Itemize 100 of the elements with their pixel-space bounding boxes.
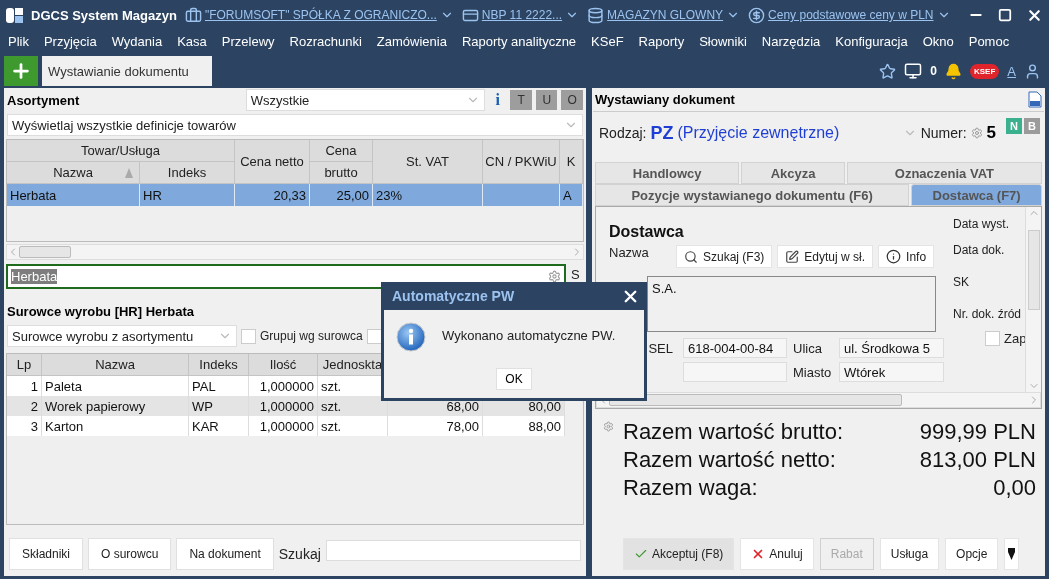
action-button[interactable]: Na dokument [176, 538, 274, 570]
action-button[interactable]: Usługa [879, 538, 940, 570]
vertical-scrollbar[interactable] [1025, 207, 1041, 392]
context-link[interactable]: Ceny podstawowe ceny w PLN [768, 8, 934, 22]
view-button[interactable]: T [510, 90, 532, 110]
context-link[interactable]: NBP 11 2222... [481, 8, 563, 22]
action-button[interactable]: Anuluj [740, 538, 814, 570]
coins-icon [748, 6, 766, 24]
checkbox[interactable] [366, 328, 382, 344]
action-button[interactable]: Akceptuj (F8) [623, 538, 735, 570]
ksef-badge[interactable]: KSEF [970, 63, 1000, 79]
table-cell: szt. [318, 396, 388, 416]
menu-item[interactable]: Kasa [177, 33, 207, 49]
menu-item[interactable]: Okno [922, 33, 954, 49]
ok-button[interactable]: OK [496, 368, 532, 390]
tax-id-field[interactable]: 618-004-00-84 [683, 338, 787, 358]
help-glyph-button[interactable]: i [488, 91, 507, 109]
menu-item[interactable]: Raporty [638, 33, 685, 49]
name-field[interactable]: S.A. [647, 276, 936, 332]
context-link[interactable]: "FORUMSOFT" SPÓŁKA Z OGRANICZO... [204, 8, 437, 22]
supplier-button[interactable]: Edytuj w sł. [777, 245, 874, 268]
app-logo-icon [6, 7, 23, 23]
table-cell: szt. [318, 416, 388, 436]
menu-item[interactable]: Przyjęcia [43, 33, 97, 49]
edit-icon [785, 249, 800, 264]
maximize-icon[interactable] [998, 8, 1012, 22]
table-cell[interactable]: 25,00 [310, 184, 373, 206]
info-icon [886, 249, 902, 264]
field-label: SEL [647, 340, 674, 356]
text-field[interactable] [683, 362, 787, 382]
supplier-button[interactable]: Szukaj (F3) [676, 245, 773, 268]
scroll-thumb[interactable] [19, 246, 71, 258]
action-button[interactable]: Opcje [945, 538, 999, 570]
column-header: Nazwa [42, 354, 189, 376]
type-label: Rodzaj: [599, 125, 647, 141]
action-button[interactable]: Składniki [9, 538, 84, 570]
table-cell[interactable]: HR [140, 184, 235, 206]
tab[interactable]: Pozycje wystawianego dokumentu (F6) [595, 184, 910, 206]
checkbox[interactable] [985, 331, 1000, 346]
table-cell[interactable]: 20,33 [235, 184, 310, 206]
document-tab[interactable]: Wystawianie dokumentu [42, 56, 212, 86]
table-cell: Worek papierowy [42, 396, 189, 416]
table-cell: Karton [42, 416, 189, 436]
table-cell: 1 [7, 376, 42, 396]
menu-item[interactable]: Rozrachunki [289, 33, 362, 49]
user-icon[interactable] [1024, 62, 1041, 80]
font-size-link[interactable]: A [1007, 63, 1016, 79]
menu-item[interactable]: Przelewy [221, 33, 275, 49]
table-cell[interactable]: A [560, 184, 583, 206]
tab[interactable]: Akcyza [741, 162, 845, 184]
horizontal-scrollbar[interactable] [596, 392, 1041, 408]
menu-item[interactable]: Pomoc [968, 33, 1010, 49]
document-type-name: (Przyjęcie zewnętrzne) [677, 124, 840, 142]
column-header: St. VAT [373, 140, 483, 184]
monitor-icon[interactable] [904, 62, 923, 80]
checkbox-label: Grupuj wg surowca [260, 329, 363, 343]
menu-item[interactable]: KSeF [591, 33, 624, 49]
view-button[interactable]: U [535, 90, 558, 110]
menu-item[interactable]: Słowniki [699, 33, 747, 49]
table-cell[interactable]: Herbata [7, 184, 140, 206]
monitor-count: 0 [930, 64, 937, 78]
document-icon[interactable] [1028, 91, 1042, 108]
city-field[interactable]: Wtórek [839, 362, 944, 382]
supplier-button[interactable]: Info [878, 245, 935, 268]
action-button[interactable]: O surowcu [88, 538, 172, 570]
checkbox[interactable] [241, 328, 256, 344]
dropdown-button[interactable] [1004, 538, 1020, 570]
tab[interactable]: Oznaczenia VAT [846, 162, 1042, 184]
definitions-dropdown[interactable]: Wyświetlaj wszystkie definicje towarów [7, 114, 583, 136]
table-cell: KAR [189, 416, 249, 436]
check-icon [634, 547, 648, 561]
scroll-thumb[interactable] [1027, 229, 1040, 310]
star-icon[interactable] [879, 62, 897, 80]
menu-item[interactable]: Konfiguracja [835, 33, 908, 49]
horizontal-scrollbar[interactable] [6, 244, 584, 260]
menu-item[interactable]: Zamówienia [376, 33, 447, 49]
table-cell: 2 [7, 396, 42, 416]
scroll-thumb[interactable] [609, 394, 902, 406]
table-cell: 88,00 [483, 416, 565, 436]
menu-item[interactable]: Plik [8, 33, 29, 49]
context-link[interactable]: MAGAZYN GLOWNY [607, 8, 724, 22]
field-label: Data wyst. [953, 217, 1010, 231]
column-header: Cena [310, 140, 373, 162]
menu-item[interactable]: Raporty analityczne [461, 33, 577, 49]
table-cell: 3 [7, 416, 42, 436]
briefcase-icon [184, 6, 202, 24]
street-field[interactable]: ul. Środkowa 5 [839, 338, 944, 358]
menu-item[interactable]: Narzędzia [761, 33, 821, 49]
tab[interactable]: Handlowcy [595, 162, 740, 184]
table-cell[interactable]: 23% [373, 184, 483, 206]
bell-icon[interactable] [945, 62, 962, 80]
menu-item[interactable]: Wydania [111, 33, 163, 49]
source-dropdown[interactable]: Surowce wyrobu z asortymentu [7, 325, 237, 347]
settings-icon[interactable] [548, 270, 561, 283]
view-button[interactable]: O [561, 90, 583, 110]
filter-dropdown[interactable]: Wszystkie [245, 89, 485, 111]
search-input[interactable] [325, 539, 581, 561]
column-header[interactable]: Nazwa [7, 162, 140, 184]
table-cell[interactable] [483, 184, 560, 206]
add-button[interactable] [4, 56, 38, 86]
